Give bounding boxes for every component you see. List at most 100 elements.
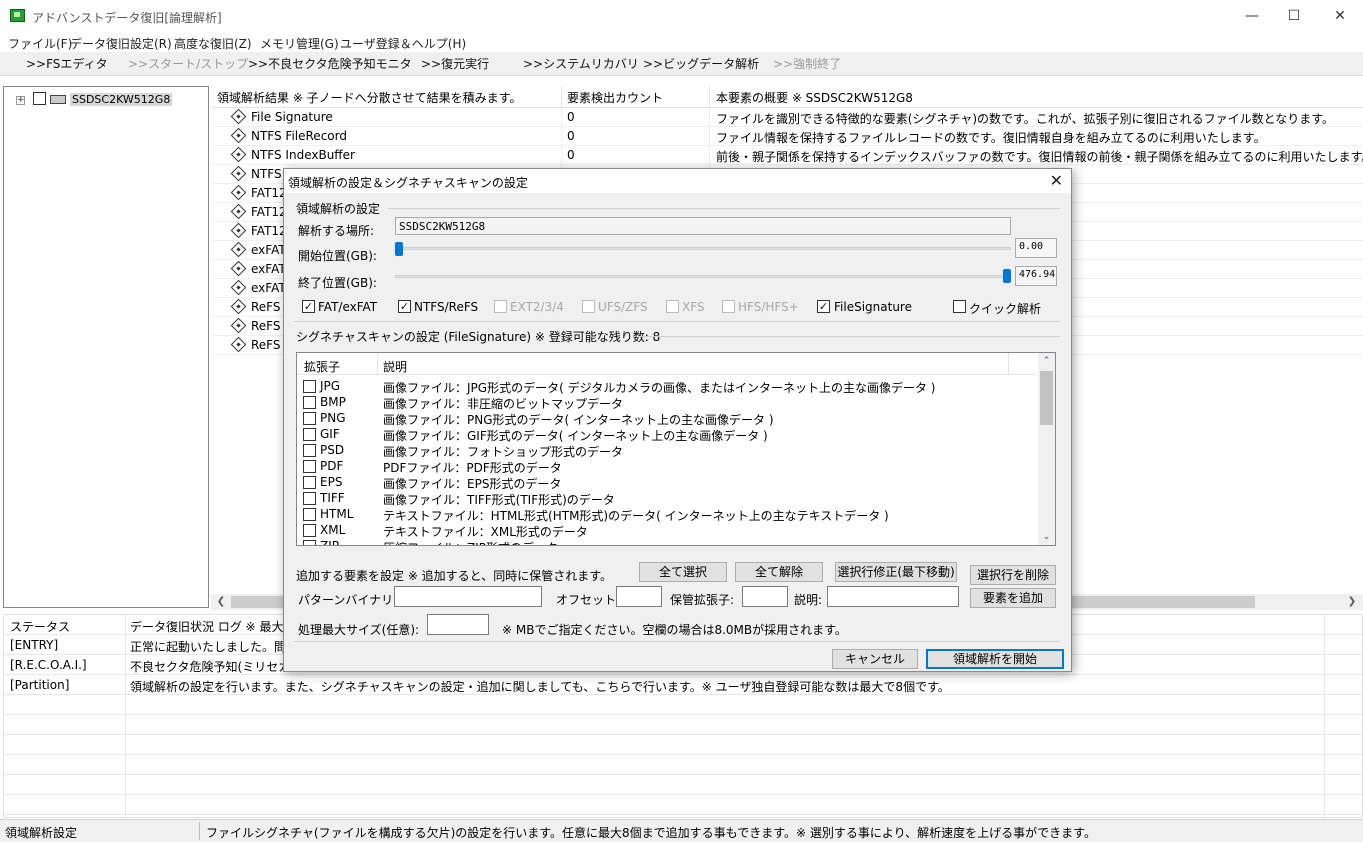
modify-row-button[interactable]: 選択行修正(最下移動) — [835, 562, 957, 582]
signature-icon — [230, 184, 247, 201]
menu-advanced-recovery[interactable]: 高度な復旧(Z) — [174, 35, 252, 52]
start-stop-button[interactable]: >>スタート/ストップ — [128, 55, 248, 72]
scroll-down-icon[interactable]: ⌄ — [1038, 529, 1055, 545]
offset-label: オフセット: — [556, 593, 621, 607]
menu-bar: ファイル(F) データ復旧設定(R) 高度な復旧(Z) メモリ管理(G) ユーザ… — [0, 32, 1363, 52]
signature-row[interactable]: BMP 画像ファイル：非圧縮のビットマップデータ — [297, 394, 1037, 411]
header-result[interactable]: 領域解析結果 ※ 子ノードへ分散させて結果を積みます。 — [217, 89, 522, 106]
offset-input[interactable] — [616, 586, 662, 607]
drive-checkbox[interactable] — [33, 92, 46, 105]
signature-row[interactable]: PNG 画像ファイル：PNG形式のデータ( インターネット上の主な画像データ ) — [297, 410, 1037, 427]
results-header: 領域解析結果 ※ 子ノードへ分散させて結果を積みます。 要素検出カウント 本要素… — [211, 86, 1363, 108]
scroll-left-icon[interactable]: ❮ — [213, 594, 229, 610]
signature-extension: ZIP — [320, 539, 339, 546]
start-slider-thumb[interactable] — [395, 242, 403, 256]
start-label: 開始位置(GB): — [298, 249, 377, 263]
select-all-button[interactable]: 全て選択 — [639, 562, 727, 582]
big-data-button[interactable]: >>ビッグデータ解析 — [643, 55, 759, 72]
signature-checkbox[interactable] — [303, 444, 316, 457]
extension-input[interactable] — [742, 586, 788, 607]
force-stop-button[interactable]: >>強制終了 — [773, 55, 841, 72]
menu-help[interactable]: ユーザ登録＆ヘルプ(H) — [340, 35, 466, 52]
signature-list-scrollbar[interactable]: ⌃ ⌄ — [1038, 353, 1055, 545]
ufs-zfs-checkbox[interactable] — [582, 300, 595, 313]
signature-row[interactable]: EPS 画像ファイル：EPS形式のデータ — [297, 474, 1037, 491]
dialog-close-icon[interactable]: ✕ — [1050, 171, 1063, 190]
result-row[interactable]: File Signature 0 ファイルを識別できる特徴的な要素(シグネチャ)の数… — [211, 108, 1363, 127]
delete-row-button[interactable]: 選択行を削除 — [970, 565, 1056, 585]
add-element-button[interactable]: 要素を追加 — [970, 588, 1056, 608]
end-slider-thumb[interactable] — [1003, 269, 1011, 283]
scroll-right-icon[interactable]: ❯ — [1344, 594, 1360, 610]
result-row[interactable]: NTFS FileRecord 0 ファイル情報を保持するファイルレコードの数です。… — [211, 127, 1363, 146]
result-row[interactable]: NTFS IndexBuffer 0 前後・親子関係を保持するインデックスバッファの… — [211, 146, 1363, 165]
pattern-input[interactable] — [394, 586, 542, 607]
fat-exfat-checkbox[interactable]: ✓ — [302, 300, 315, 313]
signature-checkbox[interactable] — [303, 380, 316, 393]
close-button[interactable]: ✕ — [1317, 0, 1363, 32]
end-slider-track[interactable] — [395, 275, 1011, 278]
location-field: SSDSC2KW512G8 — [395, 217, 1011, 235]
signature-checkbox[interactable] — [303, 508, 316, 521]
description-input[interactable] — [827, 586, 959, 607]
max-size-note: ※ MBでご指定ください。空欄の場合は8.0MBが採用されます。 — [502, 623, 847, 637]
quick-analysis-checkbox[interactable] — [953, 300, 966, 313]
quick-analysis-label: クイック解析 — [969, 302, 1042, 316]
xfs-checkbox[interactable] — [666, 300, 679, 313]
maximize-button[interactable]: ☐ — [1271, 0, 1317, 32]
fs-editor-button[interactable]: >>FSエディタ — [26, 55, 108, 72]
restore-button[interactable]: >>復元実行 — [421, 55, 489, 72]
header-description[interactable]: 説明 — [383, 358, 407, 375]
signature-row[interactable]: PSD 画像ファイル：フォトショップ形式のデータ — [297, 442, 1037, 459]
menu-memory[interactable]: メモリ管理(G) — [260, 35, 339, 52]
signature-checkbox[interactable] — [303, 428, 316, 441]
signature-checkbox[interactable] — [303, 524, 316, 537]
cancel-button[interactable]: キャンセル — [832, 649, 918, 669]
end-label: 終了位置(GB): — [298, 276, 377, 290]
expand-icon[interactable]: + — [16, 96, 25, 105]
start-analysis-button[interactable]: 領域解析を開始 — [926, 649, 1064, 669]
start-slider-track[interactable] — [395, 247, 1011, 250]
ufs-zfs-label: UFS/ZFS — [598, 300, 648, 314]
ntfs-refs-checkbox[interactable]: ✓ — [398, 300, 411, 313]
signature-checkbox[interactable] — [303, 540, 316, 545]
drive-label[interactable]: SSDSC2KW512G8 — [70, 93, 173, 106]
result-name: File Signature — [251, 110, 333, 124]
signature-checkbox[interactable] — [303, 412, 316, 425]
max-size-label: 処理最大サイズ(任意): — [298, 623, 420, 637]
max-size-input[interactable] — [427, 614, 489, 635]
signature-row[interactable]: XML テキストファイル：XML形式のデータ — [297, 522, 1037, 539]
signature-checkbox[interactable] — [303, 460, 316, 473]
signature-row[interactable]: HTML テキストファイル：HTML形式(HTM形式)のデータ( インターネット上… — [297, 506, 1037, 523]
filesignature-checkbox[interactable]: ✓ — [817, 300, 830, 313]
signature-scroll-thumb[interactable] — [1040, 371, 1053, 425]
hfs-checkbox[interactable] — [722, 300, 735, 313]
signature-row[interactable]: GIF 画像ファイル：GIF形式のデータ( インターネット上の主な画像データ ) — [297, 426, 1037, 443]
signature-checkbox[interactable] — [303, 396, 316, 409]
signature-checkbox[interactable] — [303, 476, 316, 489]
result-count: 0 — [567, 129, 575, 143]
hfs-label: HFS/HFS+ — [738, 300, 799, 314]
header-extension[interactable]: 拡張子 — [304, 358, 340, 375]
dialog-title: 領域解析の設定＆シグネチャスキャンの設定 — [288, 176, 528, 190]
menu-recovery-settings[interactable]: データ復旧設定(R) — [70, 35, 172, 52]
log-row[interactable]: [Partition] 領域解析の設定を行います。また、シグネチャスキャンの設定・… — [4, 675, 1363, 695]
log-row-empty — [4, 735, 1363, 755]
system-recovery-button[interactable]: >>システムリカバリ — [523, 55, 639, 72]
header-count[interactable]: 要素検出カウント — [567, 89, 663, 106]
header-summary[interactable]: 本要素の概要 ※ SSDSC2KW512G8 — [716, 89, 913, 106]
signature-row[interactable]: TIFF 画像ファイル：TIFF形式(TIF形式)のデータ — [297, 490, 1037, 507]
scroll-up-icon[interactable]: ⌃ — [1038, 353, 1055, 369]
signature-row[interactable]: PDF PDFファイル：PDF形式のデータ — [297, 458, 1037, 475]
ext-checkbox[interactable] — [494, 300, 507, 313]
deselect-all-button[interactable]: 全て解除 — [735, 562, 823, 582]
description-label: 説明: — [794, 593, 823, 607]
location-label: 解析する場所: — [298, 224, 375, 238]
signature-row[interactable]: JPG 画像ファイル：JPG形式のデータ( デジタルカメラの画像、またはインターネ… — [297, 378, 1037, 395]
menu-file[interactable]: ファイル(F) — [8, 35, 72, 52]
bad-sector-monitor-button[interactable]: >>不良セクタ危険予知モニタ — [248, 55, 412, 72]
signature-checkbox[interactable] — [303, 492, 316, 505]
minimize-button[interactable]: — — [1229, 0, 1275, 32]
app-icon — [10, 9, 25, 22]
signature-row[interactable]: ZIP 圧縮ファイル：ZIP形式のデータ — [297, 538, 1037, 546]
